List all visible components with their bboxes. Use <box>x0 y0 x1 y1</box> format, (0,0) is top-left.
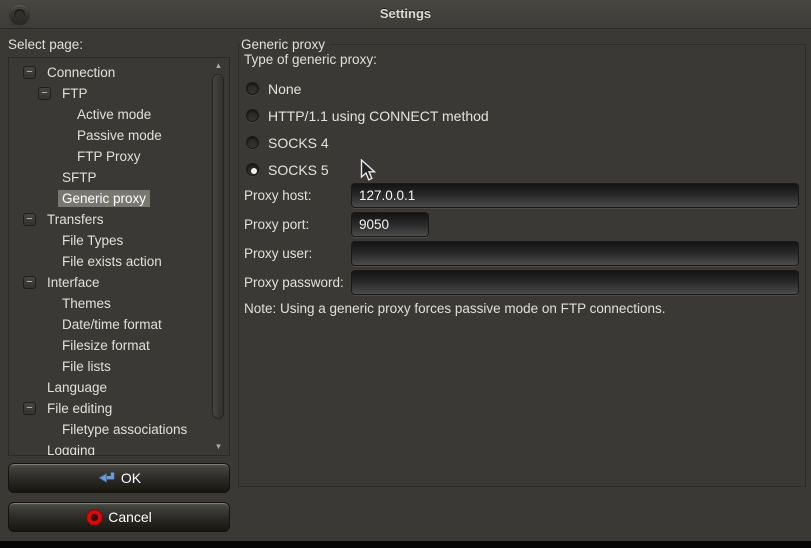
field-label: Proxy user: <box>244 246 351 261</box>
tree-rows: − Connection − FTP Active mode Passive m… <box>9 62 209 456</box>
tree-item-label[interactable]: FTP <box>58 85 92 102</box>
tree-item-label[interactable]: Language <box>43 379 111 396</box>
page-tree: − Connection − FTP Active mode Passive m… <box>8 57 230 456</box>
radio-label[interactable]: SOCKS 4 <box>268 135 329 151</box>
tree-item-label[interactable]: Connection <box>43 64 119 81</box>
titlebar[interactable]: Settings <box>0 0 811 29</box>
tree-item[interactable]: − File editing <box>9 398 209 419</box>
tree-item[interactable]: Language <box>9 377 209 398</box>
note-text: Note: Using a generic proxy forces passi… <box>244 301 665 316</box>
tree-item[interactable]: Filetype associations <box>9 419 209 440</box>
radio-option[interactable]: SOCKS 5 <box>246 156 489 183</box>
tree-item[interactable]: Generic proxy <box>9 188 209 209</box>
scroll-up-icon[interactable]: ▲ <box>209 60 228 72</box>
tree-item-label[interactable]: SFTP <box>58 169 101 186</box>
tree-scrollbar[interactable]: ▲ ▼ <box>209 58 228 455</box>
form-row: Proxy host: <box>244 181 799 210</box>
radio-label[interactable]: None <box>268 81 301 97</box>
tree-item[interactable]: Date/time format <box>9 314 209 335</box>
radio-option[interactable]: None <box>246 75 489 102</box>
field-label: Proxy host: <box>244 188 351 203</box>
tree-item-label[interactable]: Passive mode <box>73 127 166 144</box>
generic-proxy-group: Generic proxy Type of generic proxy: Non… <box>238 44 806 487</box>
expander-icon[interactable]: − <box>23 66 36 79</box>
tree-item-label[interactable]: Filesize format <box>58 337 154 354</box>
form-row: Proxy port: <box>244 210 799 239</box>
radio-option[interactable]: SOCKS 4 <box>246 129 489 156</box>
tree-item[interactable]: − FTP <box>9 83 209 104</box>
tree-item-label[interactable]: Date/time format <box>58 316 166 333</box>
field-label: Proxy password: <box>244 275 351 290</box>
tree-item[interactable]: − Connection <box>9 62 209 83</box>
settings-dialog: Settings Select page: − Connection − FTP… <box>0 0 811 548</box>
ok-button[interactable]: OK <box>8 463 230 493</box>
proxy-host-input[interactable] <box>351 183 799 208</box>
select-page-label: Select page: <box>8 37 83 52</box>
expander-icon[interactable]: − <box>23 213 36 226</box>
field-label: Proxy port: <box>244 217 351 232</box>
group-title: Generic proxy <box>241 37 330 52</box>
tree-item[interactable]: SFTP <box>9 167 209 188</box>
radio-icon[interactable] <box>246 109 259 122</box>
tree-item-label[interactable]: Transfers <box>43 211 108 228</box>
tree-item[interactable]: Active mode <box>9 104 209 125</box>
proxy-port-input[interactable] <box>351 212 429 237</box>
tree-item-label[interactable]: Logging <box>43 442 99 456</box>
tree-item-label[interactable]: Generic proxy <box>58 190 150 207</box>
tree-item-label[interactable]: Themes <box>58 295 115 312</box>
form-row: Proxy password: <box>244 268 799 297</box>
tree-item-label[interactable]: File editing <box>43 400 116 417</box>
cancel-button-label: Cancel <box>108 509 152 525</box>
window-bottom-edge <box>0 541 811 548</box>
tree-item[interactable]: File Types <box>9 230 209 251</box>
radio-label[interactable]: HTTP/1.1 using CONNECT method <box>268 108 489 124</box>
form-row: Proxy user: <box>244 239 799 268</box>
proxy-form: Proxy host: Proxy port: Proxy user: Prox… <box>244 181 799 297</box>
scrollbar-thumb[interactable] <box>212 74 224 419</box>
return-arrow-icon <box>97 471 116 485</box>
tree-item-label[interactable]: File lists <box>58 358 115 375</box>
tree-item-label[interactable]: Active mode <box>73 106 155 123</box>
scroll-down-icon[interactable]: ▼ <box>209 441 228 453</box>
tree-item[interactable]: − Transfers <box>9 209 209 230</box>
cancel-button[interactable]: Cancel <box>8 502 230 532</box>
expander-icon[interactable]: − <box>23 276 36 289</box>
window-title: Settings <box>0 6 811 21</box>
radio-option[interactable]: HTTP/1.1 using CONNECT method <box>246 102 489 129</box>
proxy-type-label: Type of generic proxy: <box>244 52 377 67</box>
tree-item[interactable]: Filesize format <box>9 335 209 356</box>
tree-item[interactable]: Passive mode <box>9 125 209 146</box>
proxy-type-radio-group: None HTTP/1.1 using CONNECT method SOCKS… <box>246 75 489 183</box>
radio-icon[interactable] <box>246 136 259 149</box>
proxy-password-input[interactable] <box>351 270 799 295</box>
tree-item[interactable]: Themes <box>9 293 209 314</box>
radio-icon[interactable] <box>246 163 259 176</box>
radio-icon[interactable] <box>246 82 259 95</box>
tree-item[interactable]: FTP Proxy <box>9 146 209 167</box>
expander-icon[interactable]: − <box>38 87 51 100</box>
tree-item-label[interactable]: File Types <box>58 232 127 249</box>
proxy-user-input[interactable] <box>351 241 799 266</box>
tree-item[interactable]: − Interface <box>9 272 209 293</box>
tree-item[interactable]: File lists <box>9 356 209 377</box>
ok-button-label: OK <box>121 470 141 486</box>
radio-label[interactable]: SOCKS 5 <box>268 162 329 178</box>
tree-item-label[interactable]: Filetype associations <box>58 421 191 438</box>
tree-item-label[interactable]: Interface <box>43 274 104 291</box>
tree-item[interactable]: Logging <box>9 440 209 456</box>
tree-item-label[interactable]: FTP Proxy <box>73 148 145 165</box>
expander-icon[interactable]: − <box>23 402 36 415</box>
stop-octagon-icon <box>86 509 103 526</box>
tree-item[interactable]: File exists action <box>9 251 209 272</box>
tree-item-label[interactable]: File exists action <box>58 253 166 270</box>
